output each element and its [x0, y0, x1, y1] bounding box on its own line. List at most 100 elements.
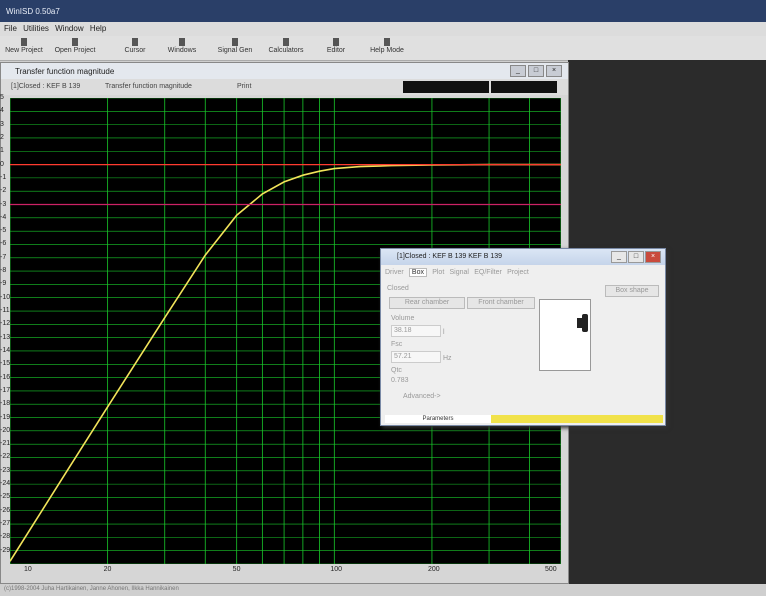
- fsc-input[interactable]: 57.21: [391, 351, 441, 363]
- tab-eq-filter[interactable]: EQ/Filter: [474, 269, 502, 276]
- toolbar: New Project Open Project Cursor Windows …: [0, 36, 766, 61]
- box-shape-button[interactable]: Box shape: [605, 285, 659, 297]
- y-tick-label: -16: [0, 373, 11, 381]
- y-tick-label: -25: [0, 493, 11, 501]
- y-tick-label: -17: [0, 386, 11, 394]
- volume-input[interactable]: 38.18: [391, 325, 441, 337]
- cursor-button[interactable]: Cursor: [118, 38, 152, 58]
- tab-plot[interactable]: Plot: [432, 269, 444, 276]
- dialog-titlebar: [1]Closed : KEF B 139 KEF B 139 _ □ ×: [381, 249, 665, 265]
- y-tick-label: -18: [0, 400, 11, 408]
- x-tick-label: 500: [545, 566, 557, 573]
- speaker-icon: [582, 314, 588, 332]
- calculators-button[interactable]: Calculators: [262, 38, 310, 58]
- copyright-text: (c)1998-2004 Juha Hartikainen, Janne Aho…: [4, 586, 179, 592]
- tab-driver[interactable]: Driver: [385, 269, 404, 276]
- rear-chamber-button[interactable]: Rear chamber: [389, 297, 465, 309]
- volume-label: Volume: [391, 315, 415, 322]
- front-chamber-button[interactable]: Front chamber: [467, 297, 535, 309]
- readout-box-1: [403, 81, 489, 93]
- windows-icon: [179, 38, 185, 46]
- x-tick-label: 200: [427, 566, 440, 573]
- new-project-icon: [21, 38, 27, 46]
- y-tick-label: -1: [0, 173, 7, 181]
- graph-window-titlebar: Transfer function magnitude _ □ ×: [1, 63, 568, 79]
- help-mode-button[interactable]: Help Mode: [362, 38, 412, 58]
- app-titlebar: WinISD 0.50a7: [0, 0, 766, 22]
- y-tick-label: -2: [0, 187, 7, 195]
- editor-button[interactable]: Editor: [318, 38, 354, 58]
- y-tick-label: -28: [0, 533, 11, 541]
- graph-toolbar: [1]Closed : KEF B 139 Transfer function …: [1, 79, 568, 95]
- dialog-maximize-button[interactable]: □: [628, 251, 644, 263]
- x-tick-label: 100: [330, 566, 342, 573]
- y-tick-label: -21: [0, 440, 11, 448]
- open-project-button[interactable]: Open Project: [48, 38, 102, 58]
- advanced-button[interactable]: Advanced->: [403, 393, 441, 400]
- tab-box[interactable]: Box: [408, 268, 427, 277]
- footer: (c)1998-2004 Juha Hartikainen, Janne Aho…: [0, 584, 766, 596]
- minimize-button[interactable]: _: [510, 65, 526, 77]
- parameters-bar: Parameters: [385, 415, 663, 423]
- y-tick-label: -13: [0, 333, 11, 341]
- signal-gen-button[interactable]: Signal Gen: [212, 38, 258, 58]
- y-tick-label: -19: [0, 413, 11, 421]
- qtc-label: Qtc: [391, 367, 402, 374]
- readout-box-2: [491, 81, 557, 93]
- graph-window-controls: _ □ ×: [508, 65, 562, 77]
- menu-file[interactable]: File: [4, 24, 17, 33]
- calculators-icon: [283, 38, 289, 46]
- box-preview: [539, 299, 591, 371]
- parameters-label: Parameters: [385, 415, 491, 423]
- y-tick-label: -7: [0, 253, 7, 261]
- menu-window[interactable]: Window: [55, 24, 83, 33]
- y-tick-label: 3: [0, 120, 4, 128]
- box-dialog: [1]Closed : KEF B 139 KEF B 139 _ □ × Driv…: [380, 248, 666, 426]
- y-tick-label: -20: [0, 426, 11, 434]
- editor-icon: [333, 38, 339, 46]
- project-selector[interactable]: [1]Closed : KEF B 139: [11, 83, 80, 90]
- menu-utilities[interactable]: Utilities: [23, 24, 49, 33]
- y-tick-label: -12: [0, 320, 11, 328]
- dialog-minimize-button[interactable]: _: [611, 251, 627, 263]
- y-tick-label: -26: [0, 506, 11, 514]
- y-tick-label: -4: [0, 213, 7, 221]
- dialog-title: [1]Closed : KEF B 139 KEF B 139: [397, 253, 503, 260]
- y-tick-label: -23: [0, 466, 11, 474]
- print-button[interactable]: Print: [237, 83, 251, 90]
- view-selector[interactable]: Transfer function magnitude: [105, 83, 192, 90]
- maximize-button[interactable]: □: [528, 65, 544, 77]
- y-tick-label: -11: [0, 307, 10, 315]
- tab-project[interactable]: Project: [507, 269, 529, 276]
- parameters-status-bar: [491, 415, 663, 423]
- tab-signal[interactable]: Signal: [450, 269, 469, 276]
- graph-window-title: Transfer function magnitude: [15, 67, 115, 76]
- app-title: WinISD 0.50a7: [6, 7, 60, 16]
- help-mode-icon: [384, 38, 390, 46]
- y-tick-label: -22: [0, 453, 11, 461]
- new-project-button[interactable]: New Project: [2, 38, 46, 58]
- y-tick-label: 0: [0, 160, 4, 168]
- y-tick-label: -29: [0, 546, 11, 554]
- windows-button[interactable]: Windows: [162, 38, 202, 58]
- box-type-label: Closed: [387, 285, 409, 292]
- y-tick-label: -9: [0, 280, 7, 288]
- y-tick-label: 2: [0, 133, 4, 141]
- dialog-controls: _ □ ×: [610, 251, 661, 263]
- dialog-close-button[interactable]: ×: [645, 251, 661, 263]
- x-tick-label: 20: [103, 566, 112, 573]
- y-tick-label: -6: [0, 240, 7, 248]
- x-tick-label: 10: [24, 566, 32, 573]
- menu-help[interactable]: Help: [90, 24, 106, 33]
- x-tick-label: 50: [232, 566, 241, 573]
- y-tick-label: 4: [0, 107, 4, 115]
- open-project-icon: [72, 38, 78, 46]
- y-tick-label: -15: [0, 360, 11, 368]
- close-button[interactable]: ×: [546, 65, 562, 77]
- cursor-icon: [132, 38, 138, 46]
- y-tick-label: -24: [0, 480, 11, 488]
- signal-gen-icon: [232, 38, 238, 46]
- y-tick-label: 5: [0, 94, 4, 101]
- y-tick-label: -14: [0, 346, 11, 354]
- y-tick-label: -27: [0, 520, 11, 528]
